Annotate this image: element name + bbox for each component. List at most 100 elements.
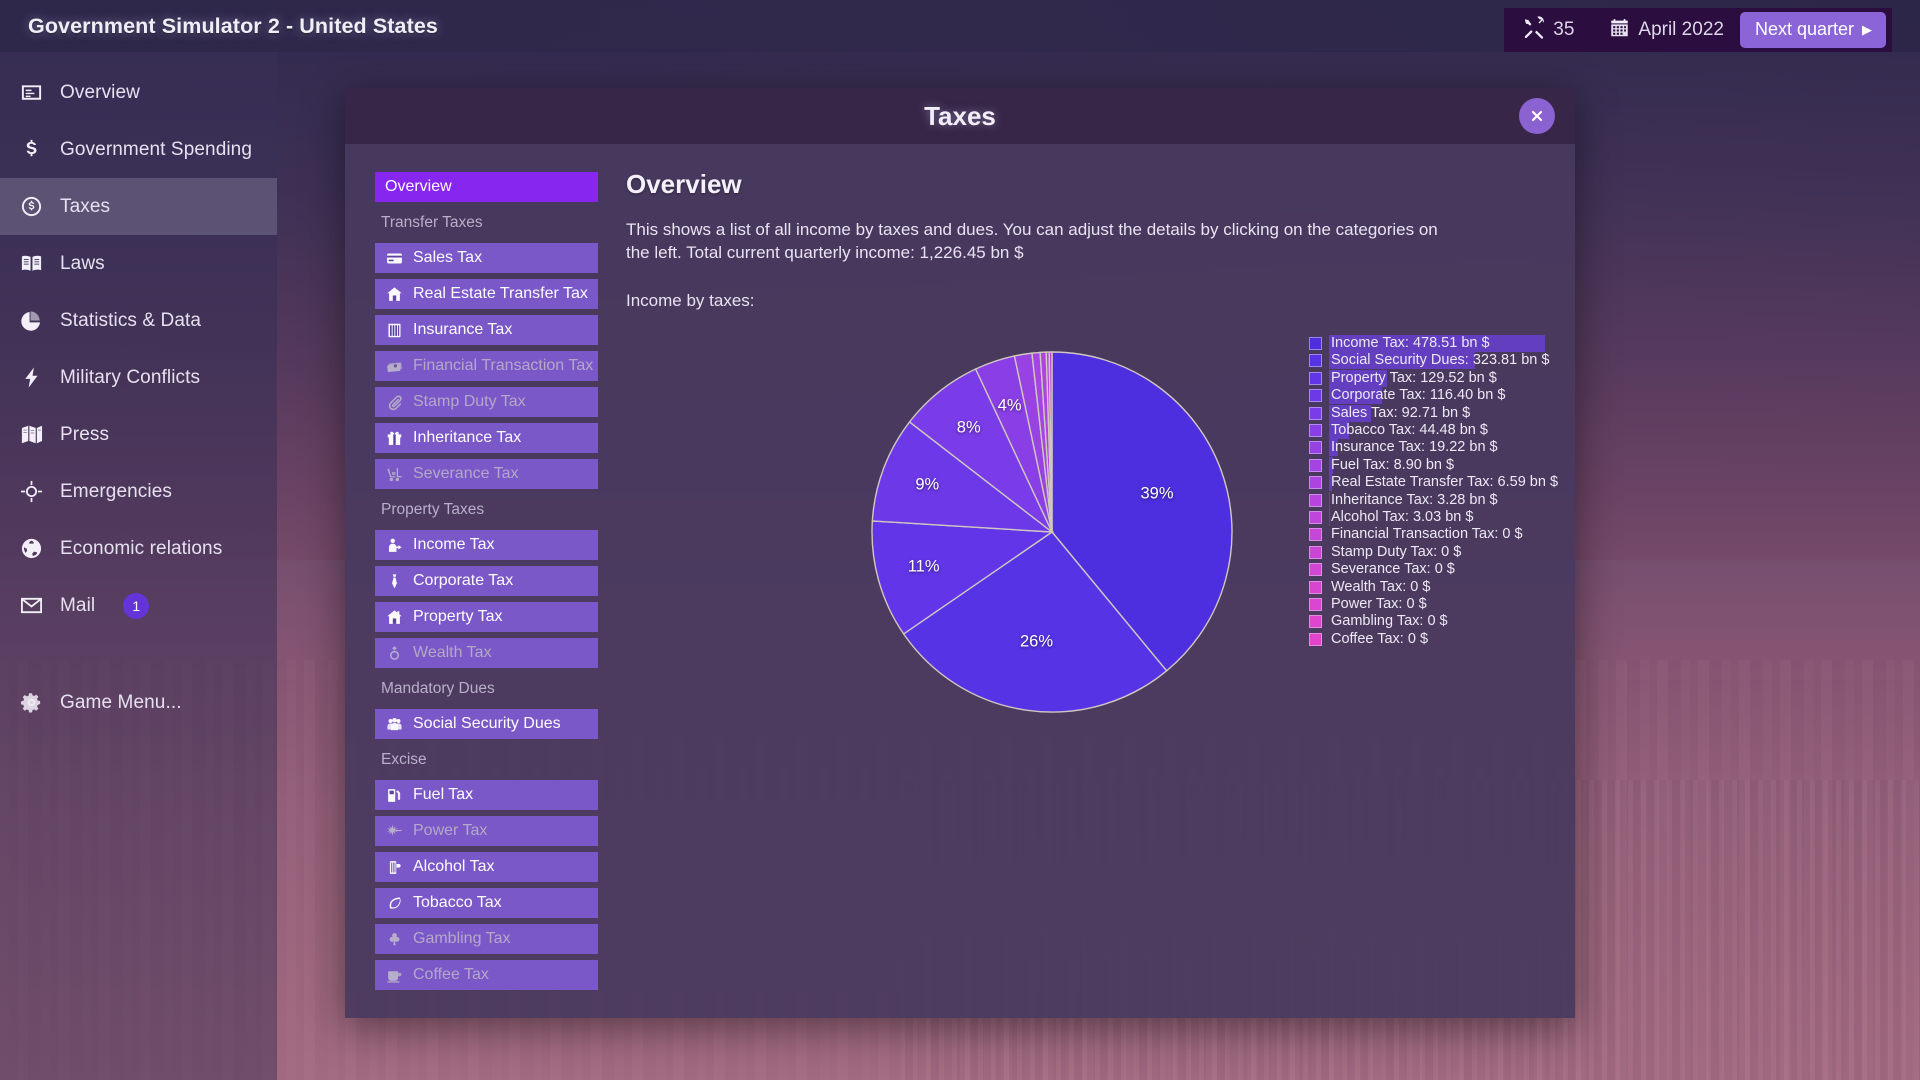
legend-text-wrap: Gambling Tax: 0 $: [1329, 613, 1639, 630]
overview-icon: [18, 80, 44, 106]
banknotes-icon: [385, 357, 404, 376]
legend-item: Stamp Duty Tax: 0 $: [1309, 544, 1639, 561]
legend-label: Power Tax: 0 $: [1331, 595, 1427, 612]
tie-icon: [385, 572, 404, 591]
play-arrow-icon: ▶: [1862, 22, 1872, 37]
sidebar-item-press[interactable]: Press: [0, 406, 277, 463]
top-bar: Government Simulator 2 - United States 3…: [0, 0, 1920, 52]
legend-item: Social Security Dues: 323.81 bn $: [1309, 352, 1639, 370]
sidebar-item-game-menu[interactable]: Game Menu...: [0, 674, 277, 731]
sidebar-item-government-spending[interactable]: Government Spending: [0, 121, 277, 178]
legend-swatch-icon: [1309, 493, 1322, 507]
legend-item: Property Tax: 129.52 bn $: [1309, 369, 1639, 387]
category-label: Overview: [385, 178, 452, 195]
tools-icon: [1522, 15, 1546, 45]
legend-label: Real Estate Transfer Tax: 6.59 bn $: [1331, 474, 1559, 491]
category-button-overview[interactable]: Overview: [375, 172, 598, 202]
legend-label: Financial Transaction Tax: 0 $: [1331, 526, 1523, 543]
gear-icon: [18, 690, 44, 716]
legend-text-wrap: Income Tax: 478.51 bn $: [1329, 335, 1639, 353]
sidebar-item-economic-relations[interactable]: Economic relations: [0, 520, 277, 577]
map-icon: [18, 422, 44, 448]
legend-swatch-icon: [1309, 458, 1322, 472]
legend-label: Corporate Tax: 116.40 bn $: [1331, 387, 1506, 404]
legend-item: Real Estate Transfer Tax: 6.59 bn $: [1309, 474, 1639, 492]
legend-item: Coffee Tax: 0 $: [1309, 631, 1639, 648]
legend-item: Income Tax: 478.51 bn $: [1309, 335, 1639, 353]
legend-swatch-icon: [1309, 511, 1322, 524]
legend-text-wrap: Insurance Tax: 19.22 bn $: [1329, 439, 1639, 457]
category-button-property-tax[interactable]: Property Tax: [375, 602, 598, 632]
category-button-social-security-dues[interactable]: Social Security Dues: [375, 709, 598, 739]
category-button-sales-tax[interactable]: Sales Tax: [375, 243, 598, 273]
people-icon: [385, 715, 404, 734]
category-label: Insurance Tax: [413, 321, 513, 338]
legend-text-wrap: Tobacco Tax: 44.48 bn $: [1329, 422, 1639, 440]
category-label: Power Tax: [413, 822, 488, 839]
category-label: Stamp Duty Tax: [413, 393, 526, 410]
building-icon: [385, 321, 404, 340]
sidebar-item-label: Economic relations: [60, 537, 223, 559]
category-button-real-estate-transfer-tax[interactable]: Real Estate Transfer Tax: [375, 279, 598, 309]
sidebar-item-label: Laws: [60, 252, 105, 274]
spark-icon: [385, 822, 404, 841]
legend-label: Inheritance Tax: 3.28 bn $: [1331, 491, 1498, 508]
legend-swatch-icon: [1309, 580, 1322, 594]
category-label: Corporate Tax: [413, 572, 514, 589]
globe-icon: [18, 536, 44, 562]
sidebar-item-military-conflicts[interactable]: Military Conflicts: [0, 349, 277, 406]
book-icon: [18, 251, 44, 277]
envelope-icon: [18, 593, 44, 619]
sidebar-item-emergencies[interactable]: Emergencies: [0, 463, 277, 520]
legend-label: Insurance Tax: 19.22 bn $: [1331, 439, 1498, 456]
category-label: Tobacco Tax: [413, 894, 502, 911]
legend-label: Gambling Tax: 0 $: [1331, 613, 1448, 630]
sidebar-item-overview[interactable]: Overview: [0, 64, 277, 121]
legend-item: Wealth Tax: 0 $: [1309, 578, 1639, 595]
home-icon: [385, 608, 404, 627]
category-label: Alcohol Tax: [413, 858, 495, 875]
category-button-alcohol-tax[interactable]: Alcohol Tax: [375, 852, 598, 882]
category-button-income-tax[interactable]: Income Tax: [375, 530, 598, 560]
tax-category-list: Overview Transfer Taxes Sales Tax Real Esta…: [345, 144, 598, 1018]
page-title: Government Simulator 2 - United States: [28, 13, 438, 38]
category-button-insurance-tax[interactable]: Insurance Tax: [375, 315, 598, 345]
close-icon[interactable]: [1519, 98, 1555, 134]
calendar-icon: [1608, 17, 1631, 44]
legend-item: Power Tax: 0 $: [1309, 596, 1639, 613]
category-group-property-taxes: Property Taxes: [381, 501, 485, 518]
legend-swatch-icon: [1309, 354, 1322, 368]
chart-area: 39% 26% 11% 9% 8% 4% Income Tax: 478.51 bn $ S…: [626, 321, 1558, 741]
legend-swatch-icon: [1309, 615, 1322, 629]
legend-text-wrap: Power Tax: 0 $: [1329, 596, 1639, 613]
sidebar-item-statistics-data[interactable]: Statistics & Data: [0, 292, 277, 349]
legend-text-wrap: Property Tax: 129.52 bn $: [1329, 369, 1639, 387]
sidebar-item-taxes[interactable]: Taxes: [0, 178, 277, 235]
overview-content: Overview This shows a list of all income…: [598, 144, 1575, 1018]
legend-swatch-icon: [1309, 424, 1322, 438]
forklift-icon: [385, 465, 404, 484]
legend-text-wrap: Stamp Duty Tax: 0 $: [1329, 544, 1639, 561]
category-button-inheritance-tax[interactable]: Inheritance Tax: [375, 423, 598, 453]
beer-icon: [385, 858, 404, 877]
sidebar-item-laws[interactable]: Laws: [0, 235, 277, 292]
sidebar-item-label: Military Conflicts: [60, 366, 201, 388]
sidebar-item-mail[interactable]: Mail 1: [0, 577, 277, 634]
category-button-fuel-tax[interactable]: Fuel Tax: [375, 780, 598, 810]
card-icon: [385, 249, 404, 268]
legend-item: Sales Tax: 92.71 bn $: [1309, 404, 1639, 422]
category-button-corporate-tax[interactable]: Corporate Tax: [375, 566, 598, 596]
legend-text-wrap: Coffee Tax: 0 $: [1329, 631, 1639, 648]
legend-label: Tobacco Tax: 44.48 bn $: [1331, 422, 1488, 439]
modal-body: Overview Transfer Taxes Sales Tax Real Esta…: [345, 144, 1575, 1018]
legend-text-wrap: Corporate Tax: 116.40 bn $: [1329, 387, 1639, 405]
category-button-power-tax: Power Tax: [375, 816, 598, 846]
legend-label: Stamp Duty Tax: 0 $: [1331, 543, 1462, 560]
next-quarter-button[interactable]: Next quarter ▶: [1739, 12, 1886, 48]
main-sidebar: Overview Government Spending Taxes Laws Stat…: [0, 52, 277, 1080]
category-button-tobacco-tax[interactable]: Tobacco Tax: [375, 888, 598, 918]
date-indicator: April 2022: [1608, 17, 1724, 44]
category-button-gambling-tax: Gambling Tax: [375, 924, 598, 954]
category-button-wealth-tax: Wealth Tax: [375, 638, 598, 668]
